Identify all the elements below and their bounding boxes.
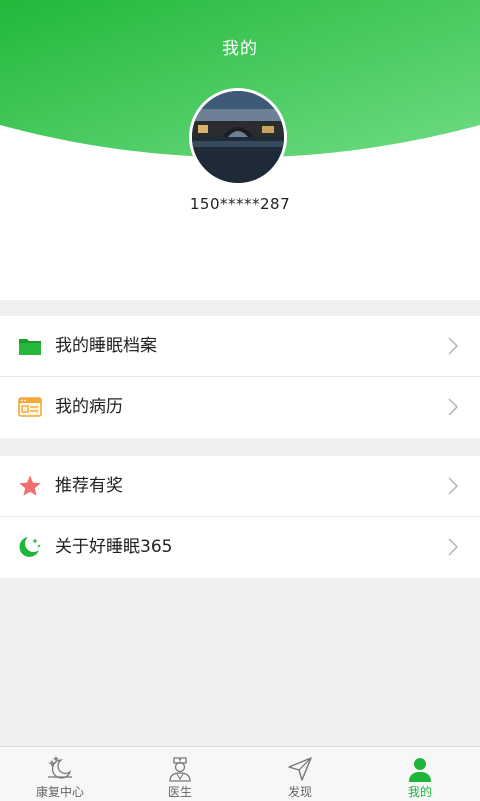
medical-record-icon xyxy=(18,395,42,419)
menu-group-records: 我的睡眠档案 我的病历 xyxy=(0,316,480,438)
profile-header: 我的 150*****287 xyxy=(0,0,480,300)
menu-item-label: 我的睡眠档案 xyxy=(55,336,157,356)
avatar[interactable] xyxy=(189,88,287,186)
tab-label: 发现 xyxy=(287,785,312,799)
bottom-tab-bar: 康复中心 医生 发现 我的 xyxy=(0,746,480,801)
menu-item-referral-reward[interactable]: 推荐有奖 xyxy=(0,456,480,516)
menu-group-about: 推荐有奖 关于好睡眠365 xyxy=(0,456,480,578)
tab-mine[interactable]: 我的 xyxy=(360,747,480,801)
chevron-right-icon xyxy=(448,538,459,556)
menu-item-label: 我的病历 xyxy=(55,397,123,417)
menu-item-medical-record[interactable]: 我的病历 xyxy=(0,376,480,437)
page-title: 我的 xyxy=(222,39,258,59)
doctor-icon xyxy=(169,757,191,782)
tab-rehab-center[interactable]: 康复中心 xyxy=(0,747,120,801)
tab-label: 康复中心 xyxy=(35,785,84,799)
menu-item-sleep-archive[interactable]: 我的睡眠档案 xyxy=(0,316,480,376)
tab-label: 我的 xyxy=(407,785,432,799)
chevron-right-icon xyxy=(448,477,459,495)
moon-stars-icon xyxy=(18,535,42,559)
menu-item-label: 关于好睡眠365 xyxy=(55,537,173,557)
tab-doctor[interactable]: 医生 xyxy=(120,747,240,801)
menu-item-label: 推荐有奖 xyxy=(55,476,123,496)
moon-stars-icon xyxy=(48,755,72,779)
menu-item-about[interactable]: 关于好睡眠365 xyxy=(0,516,480,577)
tab-label: 医生 xyxy=(167,785,192,799)
phone-number: 150*****287 xyxy=(189,195,291,213)
user-icon xyxy=(409,758,431,782)
navigation-arrow-icon xyxy=(288,757,312,781)
avatar-photo xyxy=(192,91,284,183)
folder-icon xyxy=(18,334,42,358)
tab-discover[interactable]: 发现 xyxy=(240,747,360,801)
star-icon xyxy=(18,474,42,498)
chevron-right-icon xyxy=(448,398,459,416)
chevron-right-icon xyxy=(448,337,459,355)
